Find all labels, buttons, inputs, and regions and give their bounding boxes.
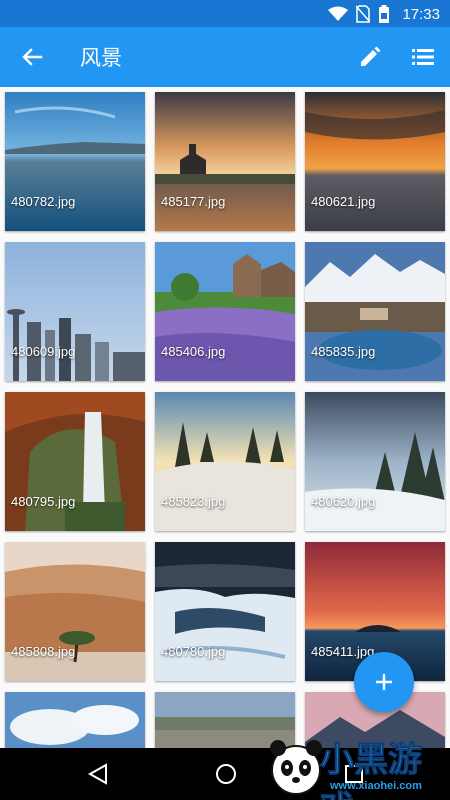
thumbnail-waterfall-cave <box>5 392 145 531</box>
edit-button[interactable] <box>352 39 388 75</box>
thumbnail-autumn-forest <box>5 542 145 681</box>
image-filename: 485835.jpg <box>311 344 376 359</box>
nav-back-icon <box>87 763 107 785</box>
list-view-icon <box>412 49 434 65</box>
image-tile[interactable]: 485835.jpg <box>305 242 445 381</box>
back-button[interactable] <box>14 39 50 75</box>
thumbnail-frozen-river <box>155 542 295 681</box>
image-filename: 485411.jpg <box>311 644 375 659</box>
nav-back-button[interactable] <box>84 760 112 788</box>
plus-icon <box>376 674 392 690</box>
thumbnail-church-sunset <box>155 92 295 231</box>
thumbnail-cloudy-sky <box>5 692 145 748</box>
thumbnail-city-skyline <box>5 242 145 381</box>
nav-home-button[interactable] <box>212 760 240 788</box>
image-filename: 480620.jpg <box>311 494 376 509</box>
image-filename: 480780.jpg <box>161 644 226 659</box>
no-sim-icon <box>356 5 371 23</box>
thumbnail-castle-lavender <box>155 242 295 381</box>
watermark-url: www.xiaohei.com <box>330 780 422 792</box>
wifi-icon: x <box>328 6 349 22</box>
image-tile[interactable] <box>5 692 145 748</box>
nav-home-icon <box>216 764 236 784</box>
image-tile[interactable]: 480780.jpg <box>155 542 295 681</box>
image-tile[interactable]: 485177.jpg <box>155 92 295 231</box>
pencil-icon <box>361 46 381 66</box>
thumbnail-orange-sea <box>305 92 445 231</box>
thumbnail-snowy-mountains-lake <box>305 242 445 381</box>
page-title: 风景 <box>80 46 122 70</box>
image-tile[interactable]: 480795.jpg <box>5 392 145 531</box>
image-tile[interactable]: 480782.jpg <box>5 92 145 231</box>
watermark: 小黑游戏 www.xiaohei.com <box>268 728 450 800</box>
image-tile[interactable]: 480609.jpg <box>5 242 145 381</box>
status-icons: x 17:33 <box>328 3 440 25</box>
image-filename: 485823.jpg <box>161 494 226 509</box>
image-filename: 480795.jpg <box>11 494 76 509</box>
image-tile[interactable]: 480621.jpg <box>305 92 445 231</box>
image-filename: 480621.jpg <box>311 194 376 209</box>
thumbnail-lake-sky <box>5 92 145 231</box>
panda-mascot-icon <box>270 740 322 795</box>
thumbnail-winter-pines <box>305 392 445 531</box>
image-tile[interactable]: 485406.jpg <box>155 242 295 381</box>
image-filename: 485808.jpg <box>11 644 76 659</box>
image-grid: 480782.jpg 485177.jpg 480621.jpg 480609.… <box>0 87 450 748</box>
image-tile[interactable]: 485808.jpg <box>5 542 145 681</box>
image-tile[interactable]: 485823.jpg <box>155 392 295 531</box>
image-filename: 485177.jpg <box>161 194 226 209</box>
image-tile[interactable]: 480620.jpg <box>305 392 445 531</box>
back-arrow-icon <box>22 48 43 66</box>
image-filename: 485406.jpg <box>161 344 226 359</box>
clock: 17:33 <box>402 5 440 23</box>
battery-icon <box>378 4 390 24</box>
add-button[interactable] <box>354 652 414 712</box>
thumbnail-snow-forest-sunrise <box>155 392 295 531</box>
svg-text:x: x <box>340 15 344 22</box>
status-bar: x 17:33 <box>0 0 450 27</box>
app-bar: 风景 <box>0 27 450 87</box>
image-filename: 480782.jpg <box>11 194 76 209</box>
image-filename: 480609.jpg <box>11 344 76 359</box>
list-view-button[interactable] <box>405 39 441 75</box>
